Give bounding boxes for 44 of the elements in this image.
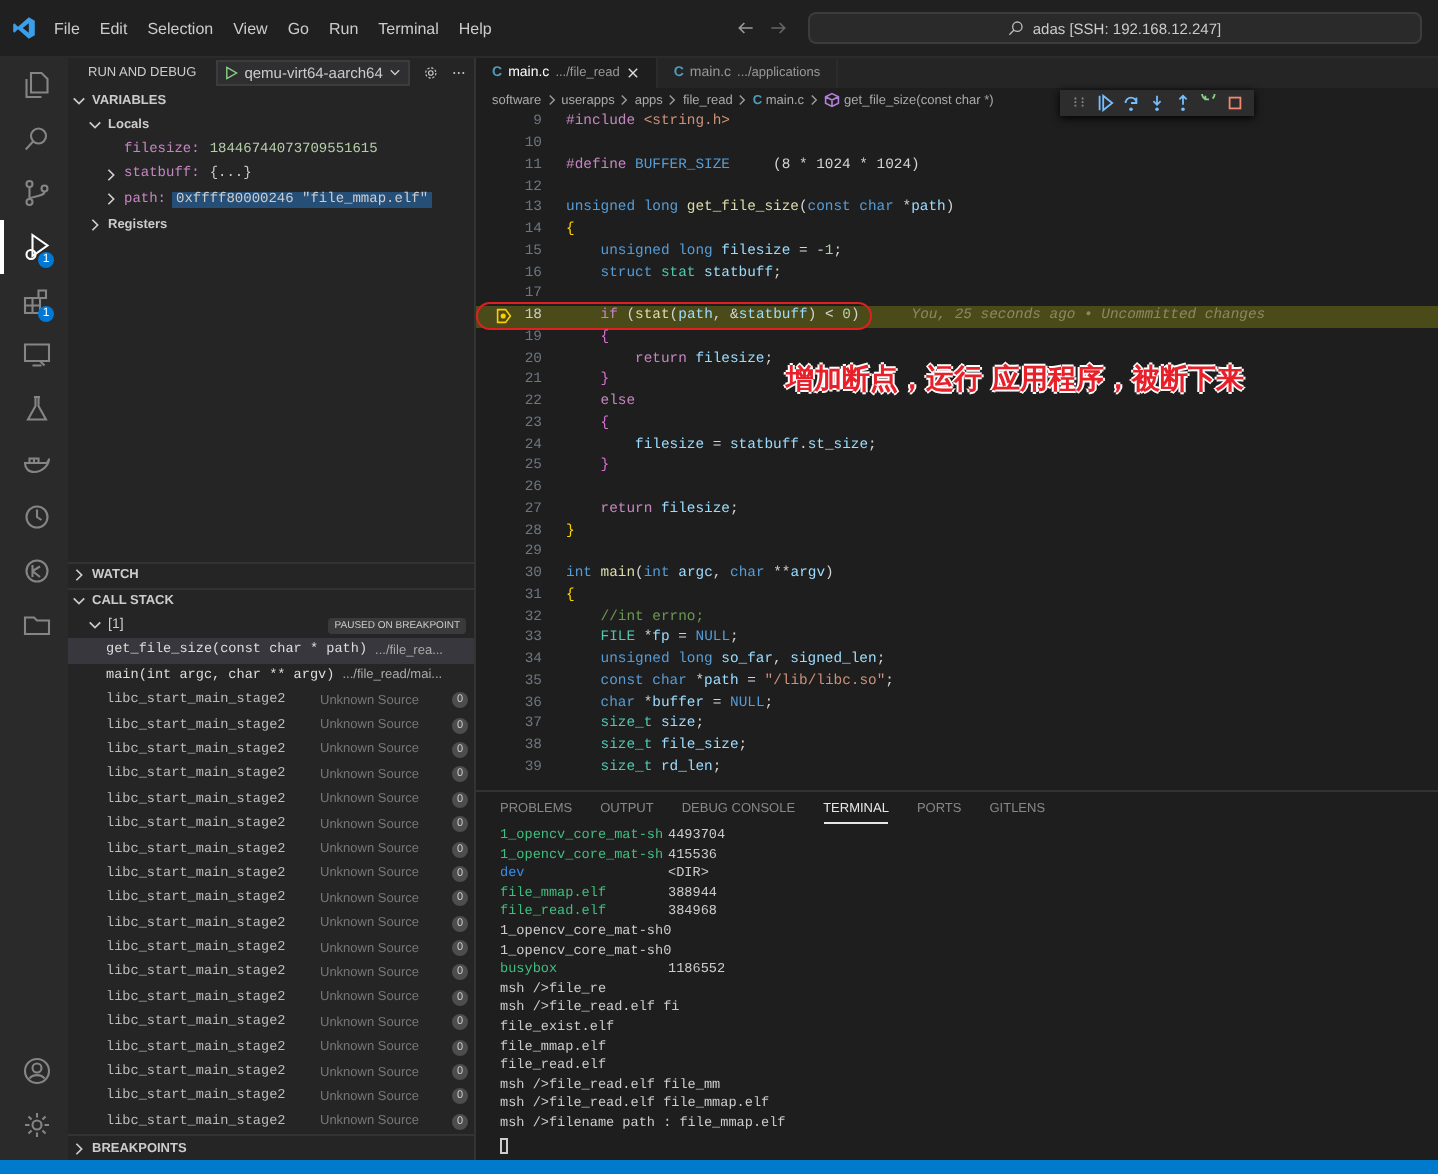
settings-icon[interactable] xyxy=(21,1110,51,1140)
breakpoint-arrow-icon xyxy=(496,308,513,325)
forward-arrow-icon[interactable] xyxy=(768,18,788,38)
menu-item[interactable]: Run xyxy=(328,19,359,37)
menu-item[interactable]: Go xyxy=(287,19,309,37)
cube-icon xyxy=(824,92,841,108)
stop-icon[interactable] xyxy=(1226,94,1244,112)
step-out-icon[interactable] xyxy=(1174,94,1192,112)
back-arrow-icon[interactable] xyxy=(736,18,756,38)
play-icon xyxy=(224,66,239,80)
branch-icon[interactable] xyxy=(21,178,51,208)
grip-icon[interactable] xyxy=(1070,94,1088,112)
editor-logo-icon xyxy=(12,16,36,40)
menu-item[interactable]: File xyxy=(54,19,80,37)
settings-icon[interactable] xyxy=(424,64,439,82)
account-icon[interactable] xyxy=(21,1056,51,1086)
debug-icon[interactable] xyxy=(21,232,51,262)
chevron-right-icon xyxy=(666,94,679,106)
files-icon[interactable] xyxy=(21,70,51,100)
step-over-icon[interactable] xyxy=(1122,94,1140,112)
menu-item[interactable]: Selection xyxy=(147,19,214,37)
continue-icon[interactable] xyxy=(1096,94,1114,112)
folder-icon[interactable] xyxy=(21,610,51,640)
menu-item[interactable]: Edit xyxy=(99,19,128,37)
search-icon xyxy=(1008,20,1025,36)
search-icon[interactable] xyxy=(21,124,51,154)
chevron-down-icon xyxy=(388,66,403,80)
clock-icon[interactable] xyxy=(21,502,51,532)
menu-item[interactable]: Help xyxy=(458,19,492,37)
gitlens-icon[interactable] xyxy=(21,556,51,586)
step-into-icon[interactable] xyxy=(1148,94,1166,112)
menu-item[interactable]: Terminal xyxy=(378,19,439,37)
chevron-right-icon xyxy=(736,94,749,106)
extensions-icon[interactable] xyxy=(21,286,51,316)
chevron-right-icon xyxy=(808,94,821,106)
flask-icon[interactable] xyxy=(21,394,51,424)
chevron-right-icon[interactable] xyxy=(72,568,86,583)
chevron-right-icon xyxy=(545,94,558,106)
chevron-right-icon xyxy=(618,94,631,106)
annotation-text: 增加断点，运行 应用程序，被断下来 xyxy=(786,362,1244,398)
close-icon[interactable] xyxy=(625,66,640,80)
chevron-right-icon[interactable] xyxy=(72,1141,86,1155)
menu-item[interactable]: View xyxy=(233,19,268,37)
monitor-icon[interactable] xyxy=(21,340,51,370)
